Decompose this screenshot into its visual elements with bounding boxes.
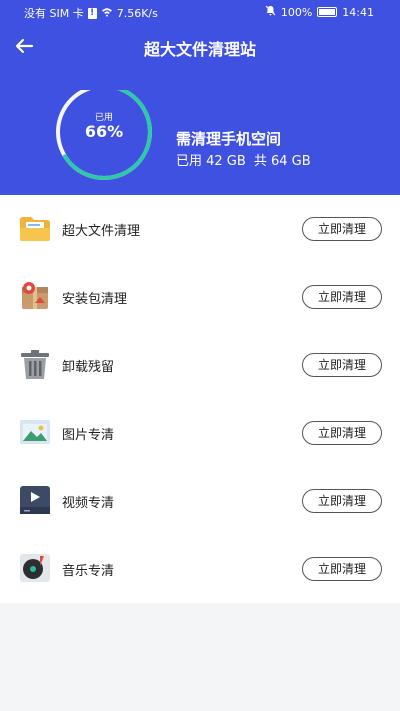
status-bar: 没有 SIM 卡 ! 7.56K/s 100% 14:41 — [0, 0, 400, 24]
clean-now-button[interactable]: 立即清理 — [302, 285, 382, 309]
storage-used: 已用 42 GB — [176, 154, 246, 169]
list-item-label: 卸载残留 — [62, 360, 115, 375]
header: 没有 SIM 卡 ! 7.56K/s 100% 14:41 超大文件清理站 已用… — [0, 0, 400, 195]
music-icon — [18, 551, 52, 585]
list-item-music[interactable]: 音乐专清 立即清理 — [0, 535, 400, 603]
list-item-label: 图片专清 — [62, 428, 115, 443]
sim-alert-icon: ! — [87, 7, 97, 19]
clean-now-button[interactable]: 立即清理 — [302, 217, 382, 241]
folder-icon — [18, 211, 52, 245]
page-title: 超大文件清理站 — [143, 40, 256, 59]
list-item-large-files[interactable]: 超大文件清理 立即清理 — [0, 195, 400, 263]
storage-heading: 需清理手机空间 — [176, 130, 282, 148]
list-item-packages[interactable]: 安装包清理 立即清理 — [0, 263, 400, 331]
ring-used-percent: 66% — [84, 122, 124, 141]
network-speed: 7.56K/s — [116, 6, 158, 20]
storage-total: 共 64 GB — [253, 154, 311, 169]
cleanup-list: 超大文件清理 立即清理 安装包清理 立即清理 卸载残留 立即清理 图片专清 立即… — [0, 195, 400, 603]
carrier-text: 没有 SIM 卡 — [24, 7, 84, 20]
list-item-label: 安装包清理 — [62, 292, 128, 307]
trash-icon — [18, 347, 52, 381]
list-item-residue[interactable]: 卸载残留 立即清理 — [0, 331, 400, 399]
clean-now-button[interactable]: 立即清理 — [302, 353, 382, 377]
clean-now-button[interactable]: 立即清理 — [302, 489, 382, 513]
storage-ring: 已用 66% — [53, 90, 165, 202]
list-item-label: 超大文件清理 — [62, 224, 141, 239]
list-item-label: 音乐专清 — [62, 564, 115, 579]
mute-icon — [265, 5, 276, 19]
list-item-videos[interactable]: 视频专清 立即清理 — [0, 467, 400, 535]
list-item-label: 视频专清 — [62, 496, 115, 511]
list-item-images[interactable]: 图片专清 立即清理 — [0, 399, 400, 467]
battery-percent: 100% — [280, 5, 313, 19]
clean-now-button[interactable]: 立即清理 — [302, 421, 382, 445]
storage-detail: 已用 42 GB 共 64 GB — [176, 150, 311, 169]
wifi-icon — [101, 7, 113, 20]
package-icon — [18, 279, 52, 313]
image-icon — [18, 415, 52, 449]
clock: 14:41 — [342, 5, 374, 19]
battery-icon — [317, 7, 338, 17]
video-icon — [18, 483, 52, 517]
clean-now-button[interactable]: 立即清理 — [302, 557, 382, 581]
